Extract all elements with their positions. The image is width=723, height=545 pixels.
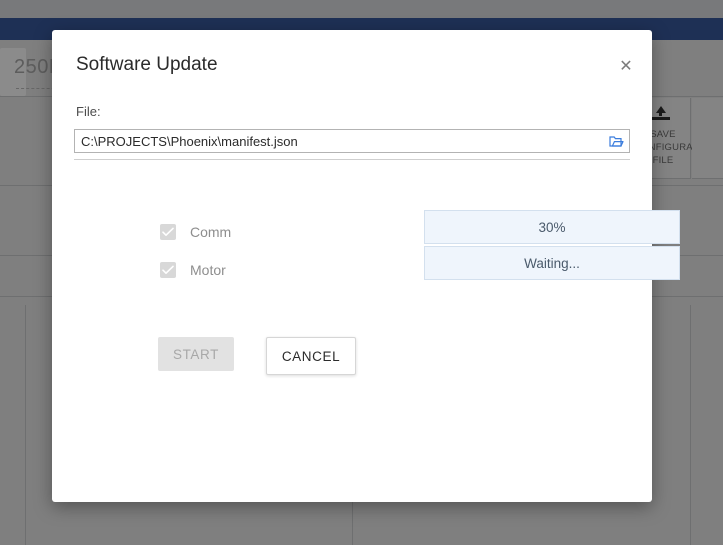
folder-open-icon[interactable] xyxy=(603,130,629,152)
option-row-comm[interactable]: Comm xyxy=(160,213,360,251)
status-panel-list: 30% Waiting... xyxy=(424,210,680,280)
option-row-motor[interactable]: Motor xyxy=(160,251,360,289)
background-divider xyxy=(25,305,26,545)
option-label-comm: Comm xyxy=(190,224,232,240)
cancel-button[interactable]: CANCEL xyxy=(266,337,356,375)
dialog-title: Software Update xyxy=(76,54,218,75)
background-top-strip xyxy=(0,0,723,18)
checkbox-comm[interactable] xyxy=(160,224,176,240)
background-divider xyxy=(690,305,691,545)
background-adjacent-tile xyxy=(692,98,723,179)
software-update-dialog: Software Update ✕ File: Comm xyxy=(52,30,680,502)
update-options-list: Comm Motor xyxy=(160,213,360,289)
file-path-input[interactable] xyxy=(75,133,603,149)
file-label: File: xyxy=(76,104,101,119)
option-label-motor: Motor xyxy=(190,262,226,278)
close-icon[interactable]: ✕ xyxy=(614,54,638,78)
status-panel-comm: 30% xyxy=(424,210,680,244)
file-path-row[interactable] xyxy=(74,129,630,153)
start-button[interactable]: START xyxy=(158,337,234,371)
file-field-underline xyxy=(74,159,630,160)
dialog-button-row: START CANCEL xyxy=(158,337,356,375)
status-panel-motor: Waiting... xyxy=(424,246,680,280)
checkbox-motor[interactable] xyxy=(160,262,176,278)
